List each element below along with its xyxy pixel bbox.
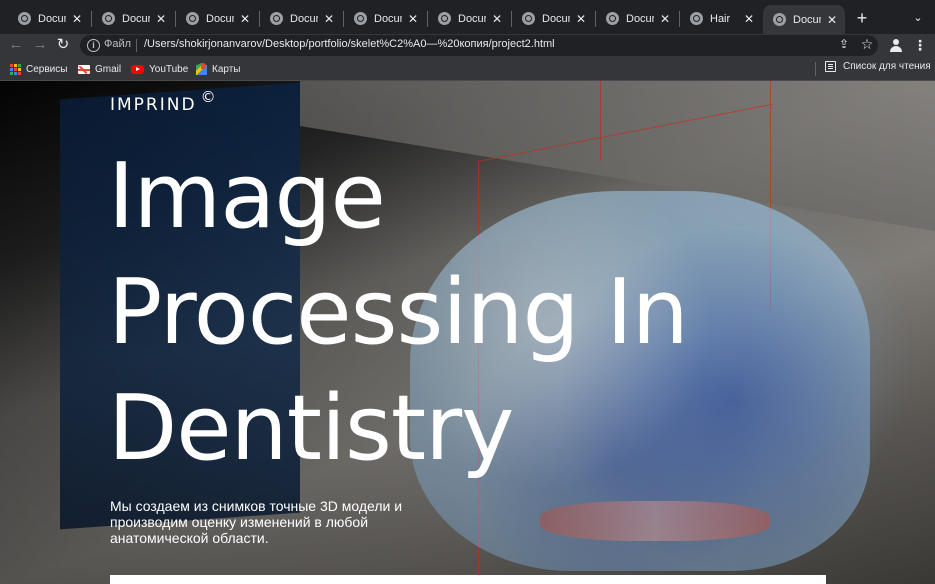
- tab[interactable]: Document ✕: [512, 5, 594, 32]
- reload-icon[interactable]: ↻: [53, 35, 73, 55]
- globe-icon: [18, 12, 31, 25]
- globe-icon: [354, 12, 367, 25]
- bookmark-gmail[interactable]: Gmail: [78, 61, 121, 77]
- hero-title-line: Dentistry: [108, 376, 514, 481]
- bookmark-services[interactable]: Сервисы: [10, 61, 67, 77]
- globe-icon: [690, 12, 703, 25]
- address-bar[interactable]: i Файл /Users/shokirjonanvarov/Desktop/p…: [80, 35, 878, 56]
- hero-title-line: Image: [108, 144, 386, 249]
- bookmark-label: YouTube: [149, 63, 189, 75]
- kebab-menu-icon[interactable]: ⋮: [913, 36, 927, 54]
- tab-active[interactable]: Document ✕: [763, 5, 845, 34]
- tab-title: Hair: [710, 12, 731, 25]
- profile-icon[interactable]: [888, 37, 904, 53]
- content-panel-edge: [110, 575, 826, 584]
- tab-title: Document: [290, 12, 318, 25]
- close-tab-icon[interactable]: ✕: [658, 12, 672, 26]
- close-tab-icon[interactable]: ✕: [574, 12, 588, 26]
- close-tab-icon[interactable]: ✕: [238, 12, 252, 26]
- tab[interactable]: Document ✕: [92, 5, 174, 32]
- tab-title: Document: [626, 12, 654, 25]
- tab-title: Document: [374, 12, 402, 25]
- copyright-mark: ©: [200, 88, 216, 106]
- globe-icon: [186, 12, 199, 25]
- bookmark-star-icon[interactable]: ☆: [859, 36, 875, 54]
- globe-icon: [438, 12, 451, 25]
- youtube-icon: [131, 64, 144, 74]
- tab[interactable]: Document ✕: [428, 5, 510, 32]
- tab-title: Document: [122, 12, 150, 25]
- new-tab-button[interactable]: +: [852, 8, 872, 28]
- tab[interactable]: Document ✕: [8, 5, 90, 32]
- globe-icon: [270, 12, 283, 25]
- tab-title: Document: [206, 12, 234, 25]
- close-tab-icon[interactable]: ✕: [490, 12, 504, 26]
- close-tab-icon[interactable]: ✕: [825, 13, 839, 27]
- info-icon[interactable]: i: [87, 39, 100, 52]
- back-arrow-icon[interactable]: ←: [6, 35, 26, 55]
- hero-subtitle: Мы создаем из снимков точные 3D модели и…: [110, 498, 403, 546]
- forward-arrow-icon[interactable]: →: [30, 35, 50, 55]
- tab[interactable]: Document ✕: [596, 5, 678, 32]
- share-icon[interactable]: ⇪: [837, 37, 851, 53]
- url-text[interactable]: /Users/shokirjonanvarov/Desktop/portfoli…: [144, 38, 555, 50]
- close-tab-icon[interactable]: ✕: [406, 12, 420, 26]
- tab-strip: Document ✕ Document ✕ Document ✕ Documen…: [0, 0, 935, 34]
- reading-list-button[interactable]: Список для чтения: [825, 61, 931, 72]
- tab[interactable]: Document ✕: [260, 5, 342, 32]
- browser-toolbar: ← → ↻ i Файл /Users/shokirjonanvarov/Des…: [0, 34, 935, 57]
- bookmark-label: Сервисы: [26, 63, 68, 75]
- bookmarks-bar: Сервисы Gmail YouTube Карты: [0, 57, 935, 81]
- tab-title: Document: [38, 12, 66, 25]
- protocol-label: Файл: [104, 38, 132, 50]
- bookmarks-separator: [815, 62, 816, 76]
- tab-title: Document: [542, 12, 570, 25]
- close-tab-icon[interactable]: ✕: [322, 12, 336, 26]
- hero-title: Image Processing In Dentistry: [108, 139, 868, 487]
- apps-grid-icon: [10, 63, 21, 75]
- maps-icon: [196, 63, 207, 75]
- tab-title: Document: [458, 12, 486, 25]
- tab[interactable]: Hair ✕: [680, 5, 762, 32]
- brand-logo[interactable]: IMPRIND ©: [110, 88, 216, 115]
- globe-icon: [773, 13, 786, 26]
- brand-name: IMPRIND: [110, 95, 197, 115]
- web-page: IMPRIND © Image Processing In Dentistry М…: [0, 81, 935, 584]
- close-tab-icon[interactable]: ✕: [742, 12, 756, 26]
- close-tab-icon[interactable]: ✕: [70, 12, 84, 26]
- bookmark-label: Gmail: [95, 63, 122, 75]
- gmail-icon: [78, 64, 90, 74]
- hero-title-line: Processing In: [108, 260, 689, 365]
- tab-search-chevron-icon[interactable]: ⌄: [909, 9, 927, 27]
- close-tab-icon[interactable]: ✕: [154, 12, 168, 26]
- globe-icon: [102, 12, 115, 25]
- globe-icon: [606, 12, 619, 25]
- tab[interactable]: Document ✕: [344, 5, 426, 32]
- reading-list-icon: [825, 61, 836, 72]
- globe-icon: [522, 12, 535, 25]
- tab[interactable]: Document ✕: [176, 5, 258, 32]
- bookmark-youtube[interactable]: YouTube: [131, 61, 188, 77]
- bookmark-maps[interactable]: Карты: [196, 61, 241, 77]
- reading-list-label: Список для чтения: [843, 61, 931, 72]
- tab-title: Document: [793, 13, 821, 26]
- address-separator: [136, 39, 137, 52]
- bookmark-label: Карты: [212, 63, 241, 75]
